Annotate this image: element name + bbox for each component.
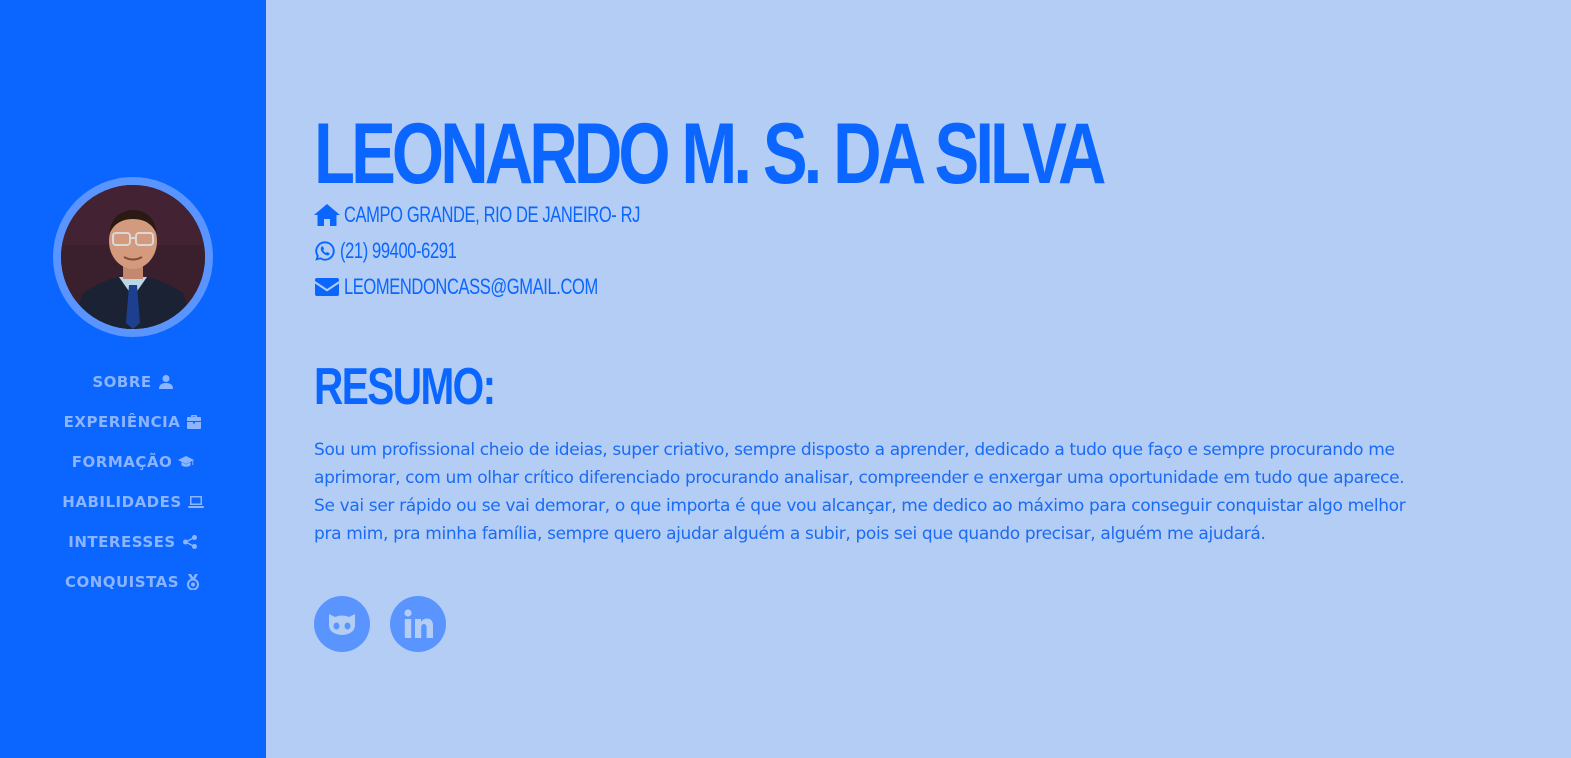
sidebar-item-label: EXPERIÊNCIA (63, 413, 181, 431)
share-icon (182, 535, 197, 549)
medal-icon (187, 574, 200, 590)
page-title: LEONARDO M. S. DA SILVA (314, 106, 1106, 202)
contact-email: LEOMENDONCASS@GMAIL.COM (314, 274, 682, 300)
contact-phone: (21) 99400-6291 (314, 238, 495, 264)
sidebar-item-label: CONQUISTAS (64, 573, 180, 591)
sidebar-item-label: FORMAÇÃO (71, 453, 173, 471)
sidebar-item-label: HABILIDADES (62, 493, 182, 511)
social-links (314, 596, 446, 652)
summary-text: Sou um profissional cheio de ideias, sup… (314, 440, 1406, 544)
address-text: CAMPO GRANDE, RIO DE JANEIRO- RJ (344, 202, 641, 227)
avatar-ring (53, 177, 213, 337)
phone-text: (21) 99400-6291 (340, 238, 457, 263)
github-button[interactable] (314, 596, 370, 652)
linkedin-button[interactable] (390, 596, 446, 652)
email-link[interactable]: LEOMENDONCASS@GMAIL.COM (344, 274, 598, 300)
sidebar-item-interesses[interactable]: INTERESSES (62, 522, 203, 562)
sidebar-item-label: INTERESSES (68, 533, 176, 551)
briefcase-icon (187, 415, 202, 429)
user-icon (158, 375, 173, 389)
graduation-cap-icon (178, 456, 195, 467)
sidebar: SOBRE EXPERIÊNCIA FORMAÇÃO HABILIDADES I… (0, 0, 266, 758)
whatsapp-icon (315, 241, 335, 261)
envelope-icon (315, 278, 339, 296)
home-icon (314, 204, 340, 226)
contact-address: CAMPO GRANDE, RIO DE JANEIRO- RJ (314, 202, 739, 228)
avatar (61, 185, 205, 329)
section-title-resumo: RESUMO: (314, 358, 496, 416)
profile-photo (61, 185, 205, 329)
laptop-icon (187, 496, 204, 508)
sidebar-item-label: SOBRE (92, 373, 152, 391)
github-icon (328, 614, 356, 635)
sidebar-item-formacao[interactable]: FORMAÇÃO (62, 442, 203, 482)
sidebar-item-conquistas[interactable]: CONQUISTAS (62, 562, 203, 602)
sidebar-nav: SOBRE EXPERIÊNCIA FORMAÇÃO HABILIDADES I… (62, 362, 204, 602)
sidebar-item-experiencia[interactable]: EXPERIÊNCIA (62, 402, 203, 442)
sidebar-item-sobre[interactable]: SOBRE (62, 362, 203, 402)
sidebar-item-habilidades[interactable]: HABILIDADES (62, 482, 204, 522)
linkedin-icon (404, 609, 433, 638)
